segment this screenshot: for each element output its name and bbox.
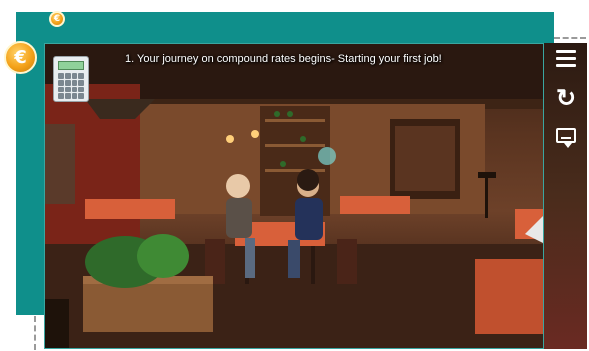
restart-icon: ↻ [555, 85, 577, 112]
table-leg [311, 246, 315, 284]
planter-box [83, 276, 213, 332]
menu-stand-pole [485, 178, 488, 218]
cabinet-door [395, 126, 455, 191]
subtitles-icon-tail [564, 143, 572, 148]
story-caption: 1. Your journey on compound rates begins… [125, 53, 442, 65]
bottle [287, 111, 293, 117]
foreground-chair [45, 299, 69, 348]
hamburger-menu-icon [556, 64, 576, 67]
shelf-board [265, 169, 325, 172]
planter-plant [137, 234, 189, 278]
table-foreground-right [475, 259, 543, 334]
dashed-guide-top [554, 37, 586, 39]
dashed-guide-left [34, 316, 36, 350]
menu-stand [478, 172, 496, 178]
table-back-center [340, 196, 410, 214]
bottle [300, 136, 306, 142]
restaurant-illustration [45, 44, 543, 348]
diner-right-body [295, 198, 323, 240]
subtitles-icon [556, 128, 576, 143]
wall-sconce [251, 130, 259, 138]
restart-button[interactable]: ↻ [553, 86, 579, 112]
hamburger-menu-icon [556, 57, 576, 60]
left-picture [45, 124, 75, 204]
bottle [280, 161, 286, 167]
menu-button[interactable] [553, 46, 579, 72]
diner-right-hair [297, 169, 319, 191]
wall-sconce [226, 135, 234, 143]
round-window [318, 147, 336, 165]
diner-left-legs [245, 238, 255, 278]
chair [337, 239, 357, 284]
diner-left-head [226, 174, 250, 198]
diner-left-body [226, 198, 252, 238]
calculator-icon [58, 73, 84, 99]
table-back-left [85, 199, 175, 219]
calculator-button[interactable] [53, 56, 89, 102]
coin-large-icon: € [4, 41, 37, 74]
coin-small-icon: € [49, 11, 65, 27]
hamburger-menu-icon [556, 50, 576, 53]
shelf-board [265, 144, 325, 147]
calculator-screen [58, 61, 84, 70]
game-viewport[interactable]: 1. Your journey on compound rates begins… [44, 43, 544, 349]
subtitles-button[interactable] [553, 124, 579, 150]
subtitles-icon-line [561, 137, 571, 139]
diner-right-legs [288, 240, 300, 278]
bottle [274, 111, 280, 117]
shelf-board [265, 119, 325, 122]
